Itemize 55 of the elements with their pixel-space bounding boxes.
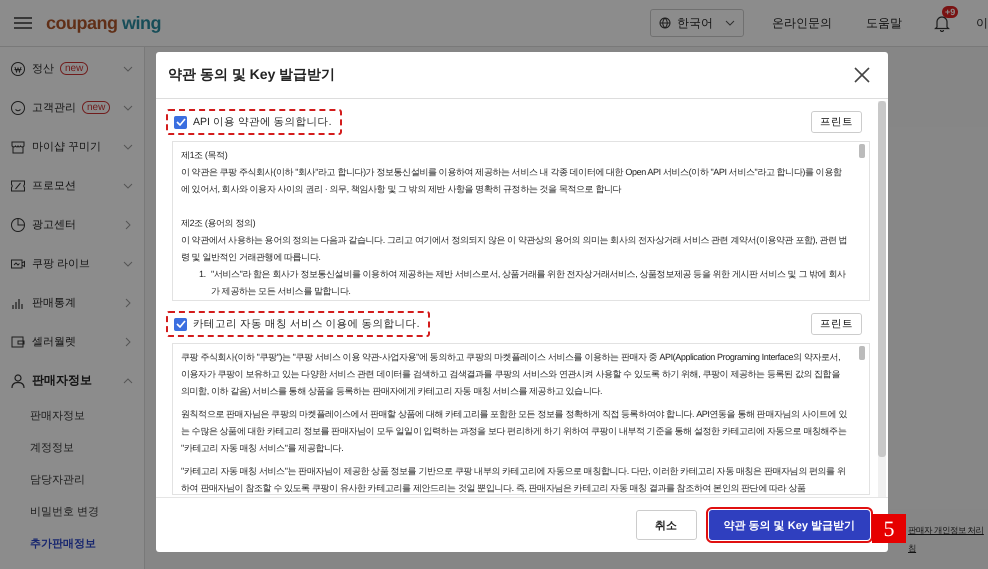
agree-checkbox-row[interactable]: API 이용 약관에 동의합니다. xyxy=(166,109,342,135)
terms-paragraph: 쿠팡 주식회사(이하 "쿠팡")는 "쿠팡 서비스 이용 약관-사업자용"에 동의하고 쿠팡의 마켓플레이스 서비스를 이용하는 판매자 중 API(Application Programing Interface의 약자로서, 이용자가 쿠팡이 보유하고 있는 다양한 서비스 관련 데이터를 검색하고 검색결과를 쿠팡의 서비스와 연관시켜 사용할 수 있도록 하기 위해, 쿠팡이 제공하는 등록된 값의 집합을 의미함, 이하 같음) 서비스를 통해 상품을 등록하는 판매자에게 카테고리 자동 매칭 서비스를 제공하고 있습니다. xyxy=(181,351,842,398)
privacy-policy-link[interactable]: 판매자 개인정보 처리 침 xyxy=(908,521,984,557)
menu-item-icon xyxy=(10,60,26,76)
list-marker: 1. xyxy=(199,268,207,281)
sidebar-item[interactable]: 판매자정보 xyxy=(0,361,144,400)
header-link[interactable]: 도움말 xyxy=(860,14,908,32)
header-link[interactable]: 온라인문의 xyxy=(766,14,838,32)
notification-badge: +9 xyxy=(942,6,958,18)
menu-item-icon xyxy=(10,372,26,388)
language-select[interactable]: 한국어 xyxy=(650,9,744,37)
terms-paragraph: "카테고리 자동 매칭 서비스"는 판매자님이 제공한 상품 정보를 기반으로 쿠팡 내부의 카테고리에 자동으로 매칭합니다. 다만, 이러한 카테고리 자동 매칭은 판매자님의 편의를 위하여 판매자님이 참조할 수 있도록 쿠팡이 유사한 카테고리를 제안드리는 것일 뿐입니다. 즉, 판매자님은 카테고리 자동 매칭 결과를 참조하여 본인의 판단에 따라 상품 xyxy=(181,465,847,494)
modal-title: 약관 동의 및 Key 발급받기 xyxy=(168,66,336,84)
new-badge: new xyxy=(60,62,88,75)
scrollbar[interactable] xyxy=(878,101,886,497)
close-icon[interactable] xyxy=(854,67,870,83)
submenu-item[interactable]: 비밀번호 변경 xyxy=(0,496,144,528)
user-menu[interactable]: 이 xyxy=(976,14,988,32)
sidebar-item[interactable]: 쿠팡 라이브 xyxy=(0,244,144,283)
checkbox[interactable] xyxy=(174,318,187,330)
terms-paragraph: 이 약관은 쿠팡 주식회사(이하 "회사"라고 합니다)가 정보통신설비를 이용하여 제공하는 서비스 내 각종 데이터에 대한 Open API 서비스(이하 "API 서비스"라고 합니다)를 이용함에 있어서, 회사와 이용자 사이의 권리 · 의무, 책임사항 및 그 밖의 제반 사항을 명확히 규정하는 것을 목적으로 합니다 xyxy=(181,166,843,196)
submenu-item[interactable]: 담당자관리 xyxy=(0,464,144,496)
menu-item-icon xyxy=(10,100,26,116)
sidebar-item[interactable]: 정산 new xyxy=(0,49,144,88)
menu-icon[interactable] xyxy=(14,17,32,29)
print-button[interactable]: 프린트 xyxy=(811,111,862,133)
sidebar-item[interactable]: 마이샵 꾸미기 xyxy=(0,127,144,166)
bell-icon[interactable] xyxy=(934,14,950,32)
sidebar-item[interactable]: 광고센터 xyxy=(0,205,144,244)
menu-item-icon xyxy=(10,334,26,350)
agree-and-issue-button[interactable]: 약관 동의 및 Key 발급받기 xyxy=(708,510,870,540)
terms-heading: 제2조 (용어의 정의) xyxy=(181,217,256,230)
terms-paragraph: 이 약관에서 사용하는 용어의 정의는 다음과 같습니다. 그리고 여기에서 정의되지 않은 이 약관상의 용어의 의미는 회사의 전자상거래 서비스 관련 계약서(이용약관 포함), 관련 법령 및 일반적인 거래관행에 따릅니다. xyxy=(181,234,848,264)
step-number-label: 5 xyxy=(872,514,906,543)
submenu-item[interactable]: 계정정보 xyxy=(0,432,144,464)
menu-item-icon xyxy=(10,178,26,194)
menu-item-icon xyxy=(10,216,26,232)
list-item-text: "서비스"라 함은 회사가 정보통신설비를 이용하여 제공하는 제반 서비스로서, 상품거래를 위한 전자상거래서비스, 상품정보제공 등을 위한 게시판 서비스 및 그 밖에 회사가 제공하는 모든 서비스를 말합니다. xyxy=(211,268,847,298)
sidebar-item[interactable]: 셀러월렛 xyxy=(0,322,144,361)
submenu-item[interactable]: 판매자정보 xyxy=(0,400,144,432)
caret-icon xyxy=(725,20,735,26)
globe-icon xyxy=(659,17,671,29)
new-badge: new xyxy=(82,101,110,114)
cancel-button[interactable]: 취소 xyxy=(636,510,697,540)
agree-checkbox-row[interactable]: 카테고리 자동 매칭 서비스 이용에 동의합니다. xyxy=(166,311,430,337)
sidebar-item[interactable]: 프로모션 xyxy=(0,166,144,205)
sidebar-item[interactable]: 고객관리 new xyxy=(0,88,144,127)
submenu-item[interactable]: 추가판매정보 xyxy=(0,528,144,560)
terms-heading: 제1조 (목적) xyxy=(181,149,228,162)
print-button[interactable]: 프린트 xyxy=(811,313,862,335)
logo[interactable]: coupang wing xyxy=(46,12,162,34)
terms-paragraph: 원칙적으로 판매자님은 쿠팡의 마켓플레이스에서 판매할 상품에 대해 카테고리를 포함한 모든 정보를 정확하게 직접 등록하여야 합니다. API연동을 통해 판매자님의 사이트에 있는 수많은 상품에 대한 카테고리 정보를 판매자님이 모두 일일이 입력하는 과정을 보다 편리하게 하기 위하여 쿠팡이 내부적 기준을 통해 설정한 카테고리에 자동으로 매칭해주는 "카테고리 자동 매칭 서비스"를 제공합니다. xyxy=(181,408,848,455)
sidebar-item[interactable]: 판매통계 xyxy=(0,283,144,322)
menu-item-icon xyxy=(10,138,26,154)
checkbox[interactable] xyxy=(174,116,187,128)
